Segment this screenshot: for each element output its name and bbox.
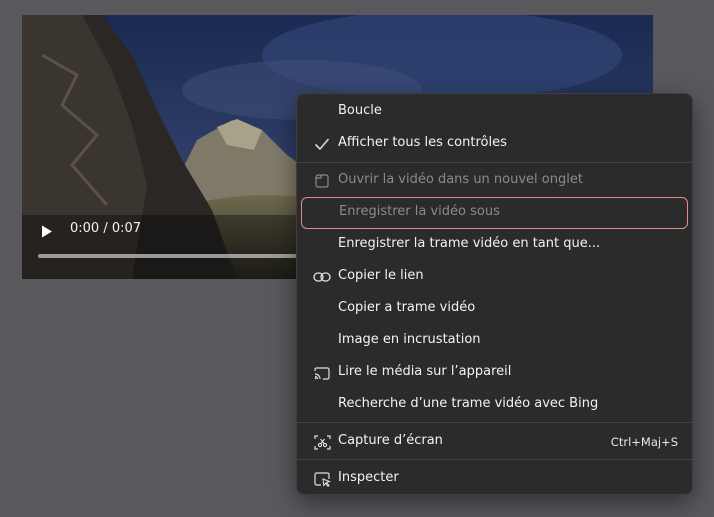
- checkmark-icon: [313, 136, 331, 152]
- menu-item-inspect[interactable]: Inspecter: [301, 464, 688, 494]
- menu-item-cast[interactable]: Lire le média sur l’appareil: [301, 358, 688, 388]
- link-icon: [313, 269, 331, 285]
- screenshot-icon: [313, 434, 331, 450]
- menu-item-open-new-tab[interactable]: Ouvrir la vidéo dans un nouvel onglet: [301, 166, 688, 196]
- menu-item-label: Enregistrer la trame vidéo en tant que..…: [338, 236, 601, 251]
- menu-item-label: Recherche d’une trame vidéo avec Bing: [338, 396, 599, 411]
- inspect-icon: [313, 471, 331, 487]
- menu-item-copy-link[interactable]: Copier le lien: [301, 262, 688, 292]
- play-button[interactable]: [38, 222, 56, 240]
- menu-item-label: Boucle: [338, 103, 382, 118]
- menu-item-label: Capture d’écran: [338, 433, 443, 448]
- menu-item-label: Copier a trame vidéo: [338, 300, 476, 315]
- menu-separator: [297, 459, 692, 460]
- menu-separator: [297, 422, 692, 423]
- menu-item-search-bing[interactable]: Recherche d’une trame vidéo avec Bing: [301, 390, 688, 420]
- menu-item-label: Ouvrir la vidéo dans un nouvel onglet: [338, 172, 583, 187]
- menu-item-label: Inspecter: [338, 470, 399, 485]
- menu-item-show-all-controls[interactable]: Afficher tous les contrôles: [301, 129, 688, 159]
- new-tab-icon: [313, 173, 331, 189]
- menu-item-label: Afficher tous les contrôles: [338, 135, 507, 150]
- menu-item-loop[interactable]: Boucle: [301, 97, 688, 127]
- menu-item-label: Lire le média sur l’appareil: [338, 364, 512, 379]
- context-menu: Boucle Afficher tous les contrôles Ouvri…: [296, 93, 693, 495]
- menu-item-screenshot[interactable]: Capture d’écran Ctrl+Maj+S: [301, 427, 688, 457]
- menu-item-picture-in-picture[interactable]: Image en incrustation: [301, 326, 688, 356]
- cast-icon: [313, 365, 331, 381]
- menu-item-save-frame-as[interactable]: Enregistrer la trame vidéo en tant que..…: [301, 230, 688, 260]
- menu-separator: [297, 162, 692, 163]
- menu-item-label: Copier le lien: [338, 268, 424, 283]
- menu-item-save-video-as[interactable]: Enregistrer la vidéo sous: [301, 197, 688, 229]
- menu-item-label: Image en incrustation: [338, 332, 481, 347]
- menu-item-label: Enregistrer la vidéo sous: [339, 204, 500, 219]
- menu-item-copy-frame[interactable]: Copier a trame vidéo: [301, 294, 688, 324]
- play-icon: [42, 225, 52, 237]
- shortcut-hint: Ctrl+Maj+S: [610, 435, 678, 449]
- time-display: 0:00 / 0:07: [70, 221, 142, 236]
